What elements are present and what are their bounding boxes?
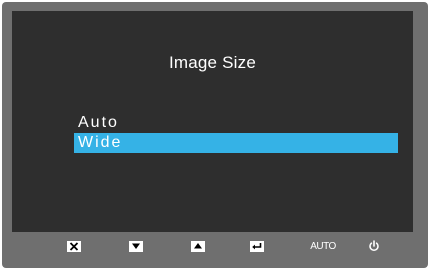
close-icon (67, 240, 81, 252)
up-button[interactable] (189, 237, 207, 255)
osd-title: Image Size (168, 53, 257, 72)
enter-icon (250, 240, 264, 252)
option-auto[interactable]: Auto (74, 113, 398, 133)
exit-button[interactable] (65, 237, 83, 255)
power-button[interactable] (366, 237, 382, 255)
power-icon (369, 240, 379, 252)
monitor-control-buttons: AUTO (0, 237, 432, 255)
option-auto-label: Auto (78, 114, 119, 131)
auto-button-label: AUTO (310, 240, 336, 252)
arrow-down-icon (129, 240, 143, 252)
osd-screen: Image Size Auto Wide (12, 11, 413, 232)
arrow-up-icon (191, 240, 205, 252)
option-wide-label: Wide (78, 134, 123, 151)
option-wide[interactable]: Wide (74, 133, 398, 153)
down-button[interactable] (127, 237, 145, 255)
enter-button[interactable] (248, 237, 266, 255)
auto-button[interactable]: AUTO (306, 237, 340, 255)
